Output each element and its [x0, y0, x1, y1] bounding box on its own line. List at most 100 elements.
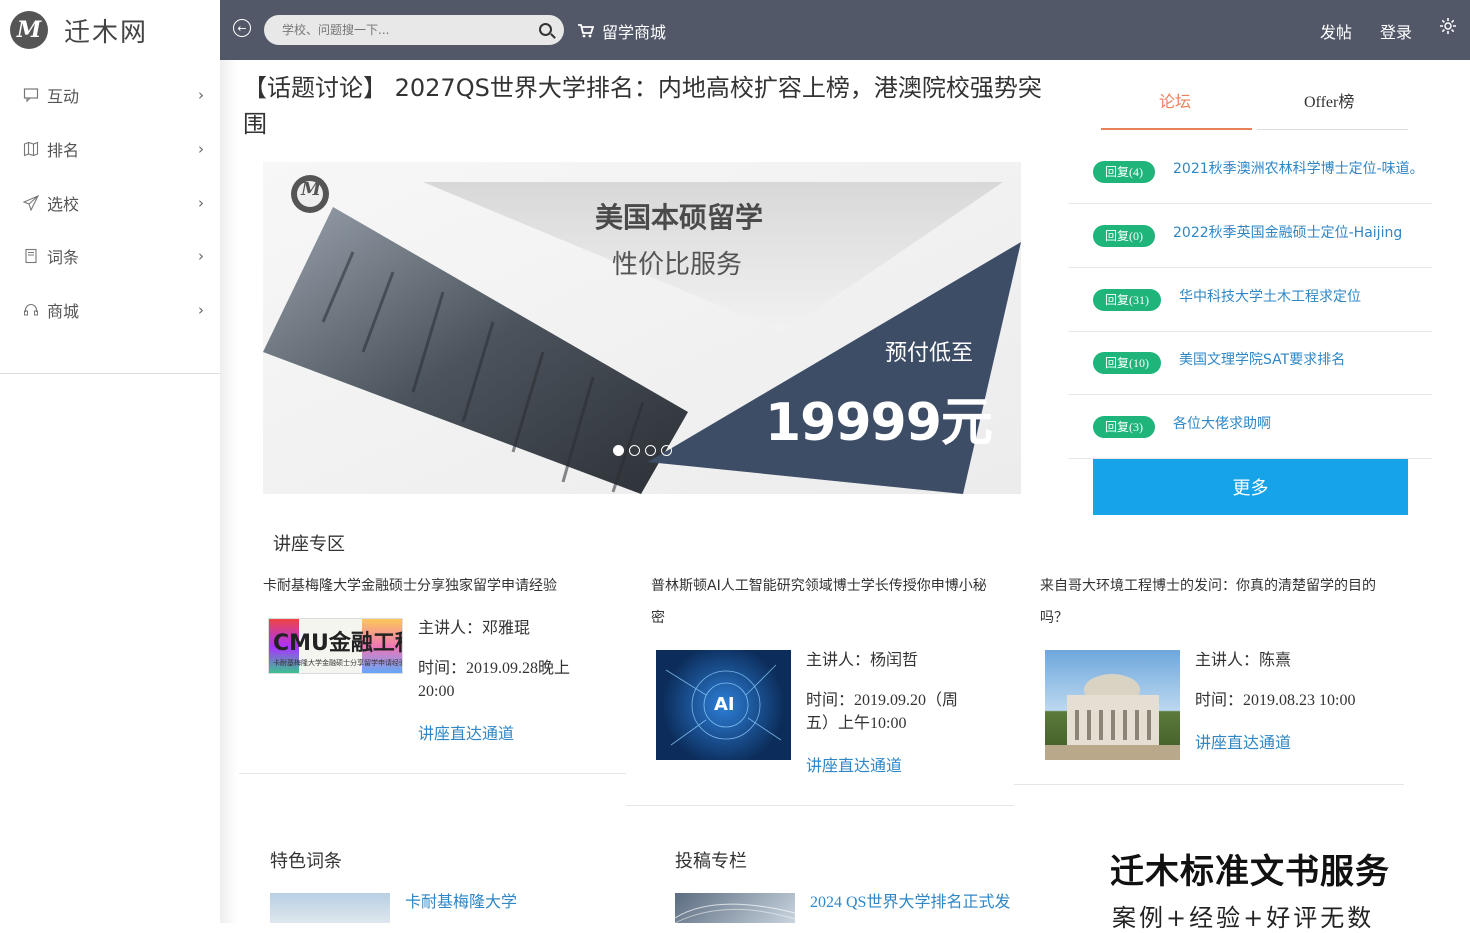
lecture-link[interactable]: 讲座直达通道: [418, 720, 514, 744]
contributions-title: 投稿专栏: [675, 851, 747, 872]
settings-gear-icon[interactable]: [1439, 17, 1457, 40]
login-button[interactable]: 登录: [1380, 19, 1412, 43]
map-icon: [22, 140, 40, 158]
forum-post-link[interactable]: 2022秋季英国金融硕士定位-Haijing: [1173, 222, 1402, 242]
term-thumbnail[interactable]: [270, 893, 390, 923]
study-abroad-mall-link[interactable]: 留学商城: [578, 19, 666, 43]
lecture-thumbnail[interactable]: CMU金融工程 卡耐基梅隆大学金融硕士分享留学申请经验: [268, 618, 403, 674]
carousel-dots: [613, 445, 672, 456]
back-icon[interactable]: ←: [233, 19, 251, 37]
forum-post-item: 回复(31) 华中科技大学土木工程求定位: [1068, 268, 1432, 332]
contribution-thumbnail[interactable]: [675, 893, 795, 923]
tab-forum[interactable]: 论坛: [1159, 88, 1191, 112]
forum-post-item: 回复(4) 2021秋季澳洲农林科学博士定位-味道。: [1068, 140, 1432, 204]
sidebar-item-interaction[interactable]: 互动 ›: [0, 80, 220, 110]
abstract-curve-graphic: [675, 903, 795, 923]
logo-icon: M: [10, 11, 48, 49]
forum-post-item: 回复(3) 各位大佬求助啊: [1068, 395, 1432, 459]
sidebar-item-school-selection[interactable]: 选校 ›: [0, 188, 220, 218]
divider: [239, 773, 626, 774]
site-logo[interactable]: M 迁木网: [10, 10, 148, 50]
banner-price-label: 预付低至: [885, 341, 974, 366]
sidebar-item-mall[interactable]: 商城 ›: [0, 295, 220, 325]
chevron-right-icon: ›: [198, 247, 204, 265]
lecture-thumbnail[interactable]: AI: [656, 650, 791, 760]
lecture-speaker: 主讲人：杨闰哲: [806, 652, 919, 669]
lecture-title[interactable]: 普林斯顿AI人工智能研究领域博士学长传授你申博小秘密: [651, 570, 991, 634]
sidebar-divider: [0, 373, 220, 374]
reply-count-badge: 回复(3): [1093, 416, 1155, 438]
lecture-time: 时间：2019.09.20（周五）上午10:00: [806, 692, 959, 732]
reply-count-badge: 回复(10): [1093, 352, 1161, 374]
forum-tabs: 论坛 Offer榜: [1101, 88, 1408, 130]
term-link[interactable]: 卡耐基梅隆大学: [405, 888, 517, 912]
shop-label: 留学商城: [602, 23, 667, 42]
featured-terms-title: 特色词条: [270, 851, 342, 872]
page-title: 【话题讨论】 2027QS世界大学排名：内地高校扩容上榜，港澳院校强势突围: [243, 74, 1042, 138]
sidebar-item-ranking[interactable]: 排名 ›: [0, 134, 220, 164]
forum-post-item: 回复(10) 美国文理学院SAT要求排名: [1068, 331, 1432, 395]
lecture-time: 时间：2019.08.23 10:00: [1195, 692, 1356, 709]
post-button[interactable]: 发帖: [1320, 19, 1352, 43]
lectures-section-title: 讲座专区: [273, 534, 345, 555]
carousel-dot[interactable]: [629, 445, 640, 456]
chevron-right-icon: ›: [198, 86, 204, 104]
lecture-title[interactable]: 来自哥大环境工程博士的发问：你真的清楚留学的目的吗？: [1040, 570, 1385, 634]
forum-post-link[interactable]: 各位大佬求助啊: [1173, 413, 1271, 433]
banner-price: 19999元: [765, 393, 993, 453]
thumbnail-caption: 卡耐基梅隆大学金融硕士分享留学申请经验: [273, 659, 403, 667]
search-icon[interactable]: [539, 23, 552, 36]
lecture-thumbnail[interactable]: [1045, 650, 1180, 760]
chevron-right-icon: ›: [198, 140, 204, 158]
reply-count-badge: 回复(0): [1093, 225, 1155, 247]
lecture-title[interactable]: 卡耐基梅隆大学金融硕士分享独家留学申请经验: [263, 570, 603, 602]
sidebar: M 迁木网 互动 › 排名 › 选校 › 词条 › 商城 ›: [0, 0, 220, 923]
lecture-speaker: 主讲人：邓雅琨: [418, 620, 531, 637]
chat-icon: [22, 86, 40, 104]
forum-post-link[interactable]: 美国文理学院SAT要求排名: [1179, 349, 1345, 369]
headset-icon: [22, 301, 40, 319]
sidebar-item-terms[interactable]: 词条 ›: [0, 241, 220, 271]
more-button[interactable]: 更多: [1093, 459, 1408, 515]
sidebar-item-label: 排名: [47, 141, 80, 160]
lecture-card: 普林斯顿AI人工智能研究领域博士学长传授你申博小秘密: [651, 570, 996, 634]
tab-offer-ranking[interactable]: Offer榜: [1304, 88, 1354, 112]
divider: [1014, 784, 1404, 785]
forum-post-link[interactable]: 华中科技大学土木工程求定位: [1179, 286, 1361, 306]
top-navbar: ← 留学商城 发帖 登录: [220, 0, 1470, 60]
lecture-speaker: 主讲人：陈熹: [1195, 652, 1292, 669]
lecture-card: 卡耐基梅隆大学金融硕士分享独家留学申请经验: [263, 570, 623, 602]
chevron-right-icon: ›: [198, 301, 204, 319]
sidebar-item-label: 选校: [47, 195, 80, 214]
sidebar-shadow: [220, 60, 238, 923]
ad-title[interactable]: 迁木标准文书服务: [1110, 844, 1390, 893]
thumbnail-title: AI: [714, 694, 735, 715]
contribution-link[interactable]: 2024 QS世界大学排名正式发: [810, 888, 1015, 912]
cart-icon: [578, 24, 594, 38]
active-tab-indicator: [1101, 128, 1252, 130]
lecture-time: 时间：2019.09.28晚上20:00: [418, 660, 571, 700]
sidebar-item-label: 商城: [47, 302, 80, 321]
search-box: [264, 15, 564, 45]
tab-divider: [1257, 129, 1408, 130]
sidebar-item-label: 词条: [47, 248, 80, 267]
lecture-link[interactable]: 讲座直达通道: [806, 752, 902, 776]
chevron-right-icon: ›: [198, 194, 204, 212]
book-icon: [22, 247, 40, 265]
carousel-dot[interactable]: [613, 445, 624, 456]
ad-subtitle: 案例+经验+好评无数: [1112, 904, 1375, 932]
divider: [626, 805, 1014, 806]
search-input[interactable]: [282, 20, 522, 40]
site-name: 迁木网: [64, 17, 149, 48]
carousel-dot[interactable]: [661, 445, 672, 456]
university-building-graphic: [1045, 674, 1180, 760]
thumbnail-title: CMU金融工程: [273, 631, 403, 656]
banner-headline: 美国本硕留学: [595, 201, 764, 234]
sidebar-item-label: 互动: [47, 87, 80, 106]
lecture-card: 来自哥大环境工程博士的发问：你真的清楚留学的目的吗？: [1040, 570, 1385, 634]
banner-logo-icon: M: [301, 179, 321, 200]
carousel-dot[interactable]: [645, 445, 656, 456]
lecture-link[interactable]: 讲座直达通道: [1195, 729, 1291, 753]
send-icon: [22, 194, 40, 212]
forum-post-link[interactable]: 2021秋季澳洲农林科学博士定位-味道。: [1173, 158, 1424, 178]
